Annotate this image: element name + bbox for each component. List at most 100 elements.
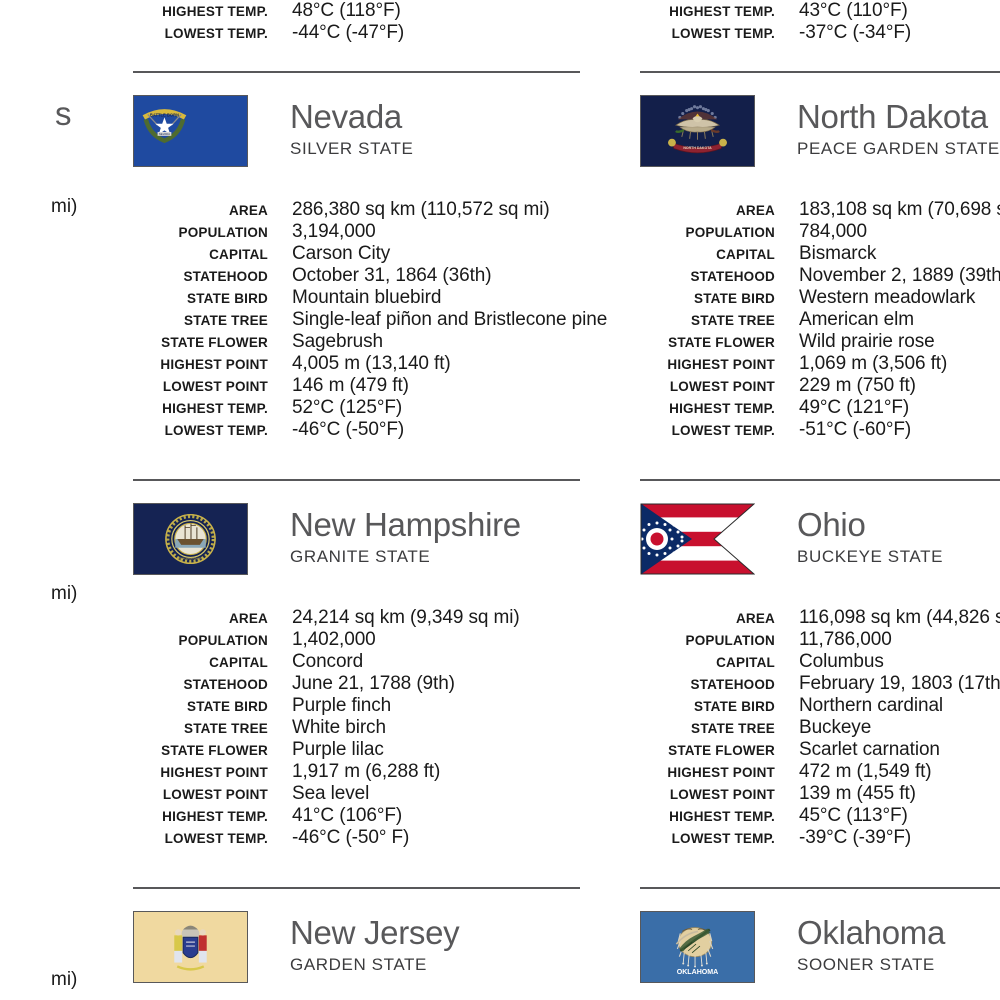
fact-label: HIGHEST TEMP. (669, 4, 775, 19)
table-row: AREA 116,098 sq km (44,826 sq mi) (640, 607, 1000, 629)
clipped-state-name-fragment: s (55, 95, 72, 132)
table-row: HIGHEST TEMP. 45°C (113°F) (640, 805, 1000, 827)
svg-text:NEW HAMPSHIRE: NEW HAMPSHIRE (178, 556, 203, 560)
fact-value: 11,786,000 (799, 629, 892, 650)
fact-value: 48°C (118°F) (292, 0, 401, 21)
fact-label: STATEHOOD (183, 269, 268, 284)
fact-value: 472 m (1,549 ft) (799, 761, 932, 782)
new-jersey-flag (133, 911, 248, 983)
state-titles: New Jersey GARDEN STATE (290, 911, 460, 977)
fact-value: Sea level (292, 783, 370, 804)
entry-divider (133, 479, 580, 481)
fact-value: 229 m (750 ft) (799, 375, 916, 396)
table-row: HIGHEST POINT 4,005 m (13,140 ft) (133, 353, 607, 375)
fact-row: HIGHEST TEMP. 48°C (118°F) (133, 0, 404, 22)
fact-value: -46°C (-50°F) (292, 419, 405, 440)
fact-value: 41°C (106°F) (292, 805, 403, 826)
nevada-flag: BATTLE BORN NEVADA (133, 95, 248, 167)
fact-label: CAPITAL (716, 247, 775, 262)
table-row: LOWEST POINT 146 m (479 ft) (133, 375, 607, 397)
partial-entry-facts: HIGHEST TEMP. 48°C (118°F) LOWEST TEMP. … (133, 0, 404, 44)
fact-label: HIGHEST POINT (667, 357, 775, 372)
fact-label: STATE BIRD (187, 291, 268, 306)
fact-value: -44°C (-47°F) (292, 22, 405, 43)
table-row: LOWEST POINT 139 m (455 ft) (640, 783, 1000, 805)
new-hampshire-flag: NEW HAMPSHIRE (133, 503, 248, 575)
fact-value: 286,380 sq km (110,572 sq mi) (292, 199, 550, 220)
fact-label: STATE FLOWER (161, 743, 268, 758)
table-row: LOWEST POINT Sea level (133, 783, 520, 805)
oklahoma-flag: OKLAHOMA (640, 911, 755, 983)
fact-value: Scarlet carnation (799, 739, 940, 760)
table-row: STATE TREE Single-leaf piñon and Bristlec… (133, 309, 607, 331)
fact-label: LOWEST TEMP. (671, 423, 775, 438)
fact-value: American elm (799, 309, 914, 330)
fact-label: POPULATION (685, 225, 775, 240)
entry-divider (133, 71, 580, 73)
fact-value: Carson City (292, 243, 391, 264)
fact-value: 139 m (455 ft) (799, 783, 916, 804)
state-entry-north-dakota: NORTH DAKOTA North Dakota PEACE GARDEN S… (640, 71, 1000, 441)
state-titles: New Hampshire GRANITE STATE (290, 503, 521, 569)
partial-entry-facts: HIGHEST TEMP. 43°C (110°F) LOWEST TEMP. … (640, 0, 911, 44)
table-row: STATE TREE White birch (133, 717, 520, 739)
table-row: STATE FLOWER Wild prairie rose (640, 331, 1000, 353)
fact-label: HIGHEST TEMP. (162, 809, 268, 824)
state-name: New Hampshire (290, 506, 521, 543)
fact-value: 1,402,000 (292, 629, 376, 650)
table-row: HIGHEST TEMP. 52°C (125°F) (133, 397, 607, 419)
fact-value: Wild prairie rose (799, 331, 935, 352)
fact-value: Northern cardinal (799, 695, 944, 716)
state-header: NORTH DAKOTA North Dakota PEACE GARDEN S… (640, 95, 1000, 177)
fact-value: February 19, 1803 (17th) (799, 673, 1000, 694)
fact-value: White birch (292, 717, 386, 738)
state-titles: Oklahoma SOONER STATE (797, 911, 945, 977)
table-row: LOWEST TEMP. -39°C (-39°F) (640, 827, 1000, 849)
state-facts-table: AREA 116,098 sq km (44,826 sq mi) POPULAT… (640, 607, 1000, 849)
state-header: OKLAHOMA Oklahoma SOONER STATE (640, 911, 1000, 993)
fact-label: STATEHOOD (183, 677, 268, 692)
fact-value: Purple lilac (292, 739, 384, 760)
fact-value: 183,108 sq km (70,698 sq mi) (799, 199, 1000, 220)
state-nickname: SILVER STATE (290, 139, 414, 158)
fact-value: 45°C (113°F) (799, 805, 908, 826)
table-row: CAPITAL Bismarck (640, 243, 1000, 265)
fact-row: HIGHEST TEMP. 43°C (110°F) (640, 0, 911, 22)
state-facts-table: AREA 24,214 sq km (9,349 sq mi) POPULATIO… (133, 607, 520, 849)
fact-label: LOWEST TEMP. (164, 26, 268, 41)
state-titles: Nevada SILVER STATE (290, 95, 413, 161)
table-row: STATE FLOWER Sagebrush (133, 331, 607, 353)
table-row: LOWEST POINT 229 m (750 ft) (640, 375, 1000, 397)
table-row: STATEHOOD June 21, 1788 (9th) (133, 673, 520, 695)
fact-value: -37°C (-34°F) (799, 22, 912, 43)
table-row: STATE BIRD Western meadowlark (640, 287, 1000, 309)
fact-label: STATE TREE (690, 721, 775, 736)
state-nickname: GARDEN STATE (290, 955, 427, 974)
fact-label: LOWEST POINT (669, 379, 775, 394)
svg-text:NORTH DAKOTA: NORTH DAKOTA (683, 146, 712, 150)
entry-divider (640, 887, 1000, 889)
table-row: CAPITAL Concord (133, 651, 520, 673)
fact-value: 52°C (125°F) (292, 397, 403, 418)
table-row: LOWEST TEMP. -46°C (-50°F) (133, 419, 607, 441)
fact-label: STATE TREE (690, 313, 775, 328)
fact-label: HIGHEST POINT (160, 765, 268, 780)
table-row: POPULATION 3,194,000 (133, 221, 607, 243)
fact-label: LOWEST POINT (669, 787, 775, 802)
fact-label: AREA (228, 611, 268, 626)
fact-label: STATEHOOD (690, 269, 775, 284)
fact-value: 146 m (479 ft) (292, 375, 409, 396)
fact-value: Purple finch (292, 695, 392, 716)
table-row: LOWEST TEMP. -51°C (-60°F) (640, 419, 1000, 441)
column-left-clipped: s mi) mi) mi) (0, 0, 77, 990)
fact-label: HIGHEST TEMP. (162, 4, 268, 19)
fact-value: Concord (292, 651, 364, 672)
fact-label: AREA (735, 203, 775, 218)
table-row: STATE FLOWER Scarlet carnation (640, 739, 1000, 761)
fact-label: STATE BIRD (694, 699, 775, 714)
fact-label: STATEHOOD (690, 677, 775, 692)
fact-label: LOWEST TEMP. (671, 831, 775, 846)
fact-value: 1,917 m (6,288 ft) (292, 761, 441, 782)
state-entry-ohio: Ohio BUCKEYE STATE AREA 116,098 sq km (44… (640, 479, 1000, 849)
ohio-flag (640, 503, 755, 575)
